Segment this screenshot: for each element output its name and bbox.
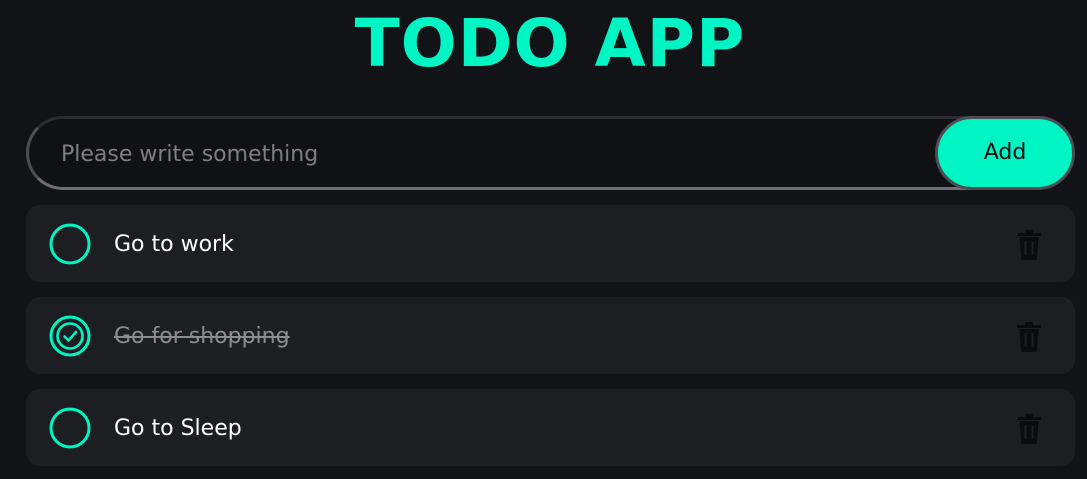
add-button[interactable]: Add [935, 116, 1075, 190]
circle-icon[interactable] [49, 223, 91, 265]
todo-list: Go to work Go for shopping Go to Sleep [26, 205, 1075, 479]
trash-icon[interactable] [1016, 322, 1042, 352]
todo-app: TODO APP Add Go to work Go for [0, 0, 1087, 479]
trash-icon[interactable] [1016, 230, 1042, 260]
circle-icon[interactable] [49, 407, 91, 449]
trash-icon[interactable] [1016, 414, 1042, 444]
todo-input-container [26, 116, 1074, 190]
todo-input[interactable] [59, 119, 923, 189]
todo-text: Go to work [114, 232, 234, 257]
page-title: TODO APP [354, 5, 746, 82]
check-circle-icon[interactable] [49, 315, 91, 357]
todo-item: Go for shopping [26, 297, 1075, 374]
todo-text: Go for shopping [114, 324, 290, 349]
todo-text: Go to Sleep [114, 416, 242, 441]
todo-item: Go to work [26, 205, 1075, 282]
todo-item: Go to Sleep [26, 389, 1075, 466]
